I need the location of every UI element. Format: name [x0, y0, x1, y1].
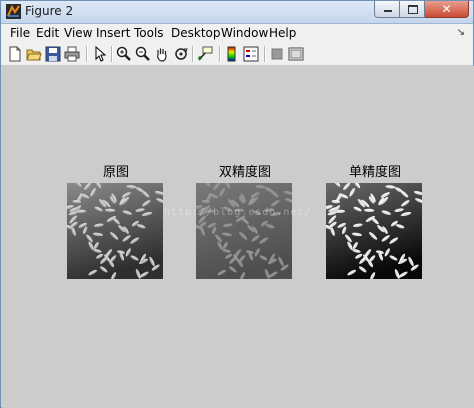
edit-plot-arrow-icon[interactable]	[92, 46, 108, 62]
rice-image-double	[196, 183, 292, 279]
rice-image-original	[67, 183, 163, 279]
new-figure-icon[interactable]	[7, 46, 23, 62]
window-title: Figure 2	[25, 4, 74, 18]
minimize-button[interactable]	[374, 1, 400, 18]
maximize-icon	[408, 5, 418, 14]
rotate-3d-icon[interactable]	[173, 46, 189, 62]
matlab-figure-icon	[6, 4, 21, 19]
menu-help[interactable]: Help	[269, 26, 296, 40]
zoom-in-icon[interactable]	[116, 46, 132, 62]
menu-insert[interactable]: Insert	[96, 26, 130, 40]
zoom-out-icon[interactable]	[135, 46, 151, 62]
rice-image-single	[326, 183, 422, 279]
menu-desktop[interactable]: Desktop	[171, 26, 221, 40]
menu-tools[interactable]: Tools	[134, 26, 164, 40]
save-icon[interactable]	[45, 46, 61, 62]
menu-file[interactable]: File	[10, 26, 30, 40]
maximize-button[interactable]	[400, 1, 425, 18]
menu-view[interactable]: View	[64, 26, 92, 40]
data-cursor-icon[interactable]	[197, 46, 213, 62]
pan-hand-icon[interactable]	[154, 46, 170, 62]
figure-toolbar	[1, 43, 473, 66]
hide-plot-tools-icon[interactable]	[269, 46, 285, 62]
title-bar[interactable]: Figure 2 ✕	[1, 1, 473, 24]
menu-bar: File Edit View Insert Tools Desktop Wind…	[1, 24, 473, 43]
toolbar-separator	[111, 46, 113, 62]
menu-edit[interactable]: Edit	[36, 26, 59, 40]
toolbar-separator	[264, 46, 266, 62]
subplot-title-double: 双精度图	[218, 165, 271, 180]
show-plot-tools-icon[interactable]	[288, 46, 304, 62]
legend-icon[interactable]	[243, 46, 259, 62]
menubar-dock-arrow-icon[interactable]: ↘	[457, 27, 465, 38]
subplot-title-original: 原图	[102, 165, 129, 180]
minimize-icon	[384, 10, 392, 12]
subplot-title-single: 单精度图	[348, 165, 401, 180]
open-file-icon[interactable]	[26, 46, 42, 62]
close-button[interactable]: ✕	[425, 1, 469, 18]
menu-window[interactable]: Window	[221, 26, 268, 40]
close-icon: ✕	[441, 2, 452, 16]
colorbar-icon[interactable]	[224, 46, 240, 62]
figure-canvas[interactable]: 原图 双精度图 单精度图 http://blog.csdn.net/	[2, 66, 474, 408]
watermark-text: http://blog.csdn.net/	[164, 207, 312, 218]
figure-window: Figure 2 ✕ File Edit View Insert Tools D…	[0, 0, 474, 408]
toolbar-separator	[86, 46, 88, 62]
toolbar-separator	[192, 46, 194, 62]
toolbar-separator	[219, 46, 221, 62]
print-icon[interactable]	[64, 46, 80, 62]
